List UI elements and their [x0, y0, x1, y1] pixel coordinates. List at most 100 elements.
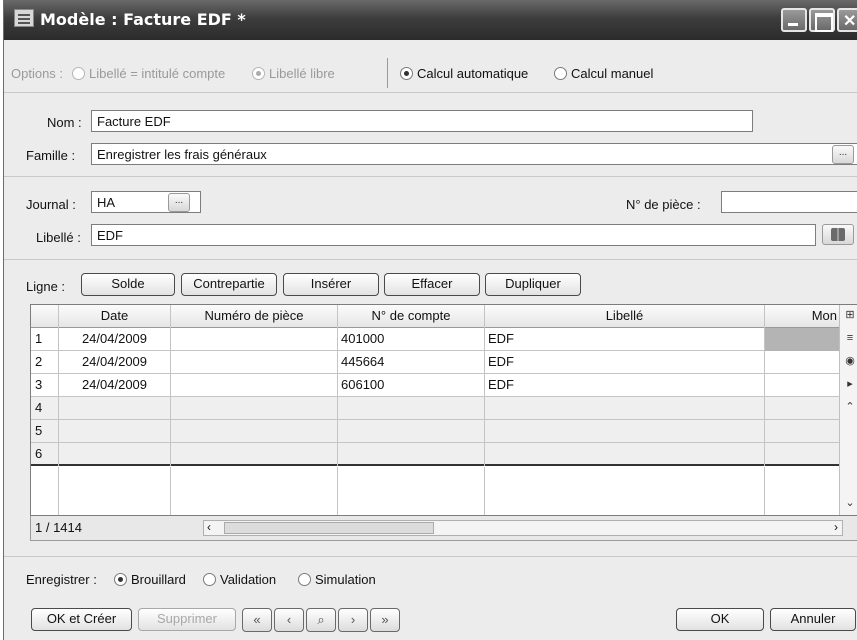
simulation-radio[interactable]	[298, 573, 311, 586]
table-row[interactable]: 6	[31, 443, 857, 466]
table-row[interactable]: 1 24/04/2009 401000 EDF	[31, 328, 857, 351]
next-record-button[interactable]: ›	[338, 608, 368, 632]
cell-compte[interactable]	[338, 443, 485, 466]
piece-label: N° de pièce :	[626, 197, 701, 212]
solde-button[interactable]: Solde	[81, 273, 175, 296]
previous-record-button[interactable]: ‹	[274, 608, 304, 632]
list-icon[interactable]: ≡	[844, 332, 856, 344]
cell-libelle[interactable]	[485, 443, 765, 466]
column-header-piece[interactable]: Numéro de pièce	[171, 305, 338, 328]
minimize-button[interactable]	[781, 8, 807, 32]
dupliquer-button[interactable]: Dupliquer	[485, 273, 581, 296]
table-row[interactable]: 5	[31, 420, 857, 443]
calcul-manuel-radio[interactable]	[554, 67, 567, 80]
nom-input[interactable]: Facture EDF	[91, 110, 753, 132]
cell-piece[interactable]	[171, 374, 338, 397]
ok-button[interactable]: OK	[676, 608, 764, 631]
cell-date[interactable]	[59, 397, 171, 420]
cell-montant[interactable]	[765, 351, 839, 374]
cell-libelle[interactable]	[485, 420, 765, 443]
cell-libelle[interactable]: EDF	[485, 374, 765, 397]
cell-montant[interactable]	[765, 374, 839, 397]
brouillard-label[interactable]: Brouillard	[131, 572, 186, 587]
ok-creer-button[interactable]: OK et Créer	[31, 608, 132, 631]
validation-radio[interactable]	[203, 573, 216, 586]
last-record-button[interactable]: »	[370, 608, 400, 632]
brouillard-radio[interactable]	[114, 573, 127, 586]
journal-label: Journal :	[26, 197, 76, 212]
vertical-scrollbar[interactable]: ⊞ ≡ ◉ ▸ ⌃ ⌄	[839, 305, 857, 515]
cell-date[interactable]	[59, 443, 171, 466]
libelle-intitule-radio[interactable]	[72, 67, 85, 80]
cell-compte[interactable]: 445664	[338, 351, 485, 374]
table-row[interactable]: 3 24/04/2009 606100 EDF	[31, 374, 857, 397]
cell-piece[interactable]	[171, 351, 338, 374]
libelle-intitule-label[interactable]: Libellé = intitulé compte	[89, 66, 225, 81]
simulation-label[interactable]: Simulation	[315, 572, 376, 587]
cell-piece[interactable]	[171, 420, 338, 443]
supprimer-button[interactable]: Supprimer	[138, 608, 236, 631]
calcul-auto-label[interactable]: Calcul automatique	[417, 66, 528, 81]
record-counter: 1 / 1414	[35, 520, 82, 535]
row-number: 1	[31, 328, 59, 351]
cell-date[interactable]	[59, 420, 171, 443]
entries-table[interactable]: Date Numéro de pièce N° de compte Libell…	[30, 304, 857, 516]
calcul-manuel-label[interactable]: Calcul manuel	[571, 66, 653, 81]
row-number-header	[31, 305, 59, 328]
cell-libelle[interactable]: EDF	[485, 351, 765, 374]
piece-input[interactable]	[721, 191, 857, 213]
column-header-date[interactable]: Date	[59, 305, 171, 328]
cell-piece[interactable]	[171, 443, 338, 466]
maximize-button[interactable]	[809, 8, 835, 32]
cell-piece[interactable]	[171, 397, 338, 420]
cell-date[interactable]: 24/04/2009	[59, 374, 171, 397]
famille-browse-button[interactable]: ...	[832, 145, 854, 164]
scroll-left-icon[interactable]: ‹	[207, 520, 211, 534]
horizontal-scrollbar[interactable]: ‹ ›	[203, 520, 843, 536]
cell-montant[interactable]	[765, 443, 839, 466]
cell-compte[interactable]: 606100	[338, 374, 485, 397]
column-header-libelle[interactable]: Libellé	[485, 305, 765, 328]
cell-date[interactable]: 24/04/2009	[59, 351, 171, 374]
cell-montant-selected[interactable]	[765, 328, 839, 351]
column-settings-icon[interactable]: ⊞	[844, 309, 856, 321]
scroll-thumb[interactable]	[224, 522, 434, 534]
effacer-button[interactable]: Effacer	[384, 273, 480, 296]
cell-piece[interactable]	[171, 328, 338, 351]
validation-label[interactable]: Validation	[220, 572, 276, 587]
title-bar[interactable]: Modèle : Facture EDF *	[4, 0, 857, 40]
search-record-button[interactable]: ⌕	[306, 608, 336, 632]
cell-compte[interactable]: 401000	[338, 328, 485, 351]
cell-montant[interactable]	[765, 397, 839, 420]
calcul-auto-radio[interactable]	[400, 67, 413, 80]
inserer-button[interactable]: Insérer	[283, 273, 379, 296]
scroll-right-icon[interactable]: ›	[834, 520, 838, 534]
first-record-button[interactable]: «	[242, 608, 272, 632]
contrepartie-button[interactable]: Contrepartie	[181, 273, 277, 296]
scroll-up-icon[interactable]: ⌃	[844, 401, 856, 413]
libelle-lookup-button[interactable]	[822, 224, 854, 245]
row-number: 3	[31, 374, 59, 397]
cell-libelle[interactable]: EDF	[485, 328, 765, 351]
cell-date[interactable]: 24/04/2009	[59, 328, 171, 351]
scroll-down-icon[interactable]: ⌄	[844, 497, 856, 509]
cell-compte[interactable]	[338, 397, 485, 420]
table-row[interactable]: 4	[31, 397, 857, 420]
column-header-compte[interactable]: N° de compte	[338, 305, 485, 328]
stack-icon[interactable]: ◉	[844, 355, 856, 367]
dialog-window: Modèle : Facture EDF * Options : Libellé…	[3, 0, 857, 640]
play-icon[interactable]: ▸	[844, 378, 856, 390]
libelle-input[interactable]: EDF	[91, 224, 816, 246]
libelle-libre-radio[interactable]	[252, 67, 265, 80]
table-row[interactable]: 2 24/04/2009 445664 EDF	[31, 351, 857, 374]
cell-compte[interactable]	[338, 420, 485, 443]
libelle-libre-label[interactable]: Libellé libre	[269, 66, 335, 81]
annuler-button[interactable]: Annuler	[770, 608, 856, 631]
close-button[interactable]	[837, 8, 857, 32]
divider	[4, 176, 857, 177]
cell-libelle[interactable]	[485, 397, 765, 420]
journal-browse-button[interactable]: ...	[168, 193, 190, 212]
cell-montant[interactable]	[765, 420, 839, 443]
famille-input[interactable]: Enregistrer les frais généraux	[91, 143, 857, 165]
column-header-montant[interactable]: Mon	[765, 305, 839, 328]
